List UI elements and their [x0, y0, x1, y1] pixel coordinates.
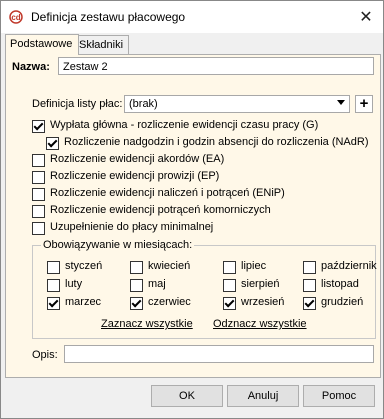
checkbox-label: Uzupełnienie do płacy minimalnej [50, 221, 214, 233]
month-label: październik [321, 260, 377, 272]
month-label: czerwiec [148, 296, 191, 308]
month-label: lipiec [241, 260, 267, 272]
month-label: wrzesień [241, 296, 285, 308]
name-label: Nazwa: [12, 61, 50, 73]
checkbox-label: Rozliczenie ewidencji potrąceń komornicz… [50, 204, 271, 216]
cancel-button[interactable]: Anuluj [227, 385, 299, 407]
month-label: luty [65, 278, 83, 290]
checkbox-box[interactable] [47, 279, 60, 292]
checkbox-box[interactable] [130, 261, 143, 274]
checkbox-box[interactable] [47, 297, 60, 310]
window-title: Definicja zestawu płacowego [31, 10, 186, 24]
list-definition-label: Definicja listy płac: [32, 98, 123, 110]
checkbox-label: Rozliczenie ewidencji prowizji (EP) [50, 170, 220, 182]
description-input[interactable] [64, 345, 374, 363]
month-label: listopad [321, 278, 359, 290]
checkbox-box[interactable] [223, 261, 236, 274]
months-group-title: Obowiązywanie w miesiącach: [41, 239, 195, 251]
title-bar: cd Definicja zestawu płacowego ✕ [1, 1, 383, 33]
svg-text:cd: cd [11, 13, 20, 22]
checkbox-label: Rozliczenie nadgodzin i godzin absencji … [64, 136, 369, 148]
deselect-all-link[interactable]: Odznacz wszystkie [213, 318, 307, 330]
checkbox-box[interactable] [46, 137, 59, 150]
checkbox-box[interactable] [32, 205, 45, 218]
checkbox-box[interactable] [32, 120, 45, 133]
add-list-definition-button[interactable]: + [355, 95, 373, 113]
help-button[interactable]: Pomoc [303, 385, 375, 407]
month-label: grudzień [321, 296, 364, 308]
checkbox-box[interactable] [303, 279, 316, 292]
checkbox-box[interactable] [47, 261, 60, 274]
tab-panel-basic: Nazwa: Zestaw 2 Definicja listy płac: (b… [5, 54, 381, 378]
checkbox-label: Wypłata główna - rozliczenie ewidencji c… [50, 119, 319, 131]
checkbox-box[interactable] [32, 222, 45, 235]
checkbox-box[interactable] [303, 261, 316, 274]
list-definition-select[interactable]: (brak) [124, 95, 350, 113]
month-label: kwiecień [148, 260, 191, 272]
month-label: maj [148, 278, 166, 290]
month-label: marzec [65, 296, 102, 308]
checkbox-box[interactable] [303, 297, 316, 310]
tab-basic[interactable]: Podstawowe [5, 34, 79, 55]
list-definition-value: (brak) [129, 98, 158, 110]
checkbox-label: Rozliczenie ewidencji akordów (EA) [50, 153, 225, 165]
select-all-link[interactable]: Zaznacz wszystkie [101, 318, 193, 330]
close-icon[interactable]: ✕ [357, 7, 375, 27]
checkbox-box[interactable] [32, 154, 45, 167]
name-input[interactable]: Zestaw 2 [58, 57, 374, 75]
dialog-window: cd Definicja zestawu płacowego ✕ Podstaw… [0, 0, 384, 419]
checkbox-box[interactable] [32, 171, 45, 184]
months-group: Obowiązywanie w miesiącach: styczeń kwie… [32, 239, 377, 339]
month-label: styczeń [65, 260, 103, 272]
checkbox-box[interactable] [223, 297, 236, 310]
month-label: sierpień [241, 278, 280, 290]
chevron-down-icon [337, 100, 345, 105]
app-logo-icon: cd [9, 10, 23, 24]
ok-button[interactable]: OK [151, 385, 223, 407]
checkbox-box[interactable] [223, 279, 236, 292]
description-label: Opis: [32, 349, 58, 361]
checkbox-box[interactable] [130, 297, 143, 310]
tab-components[interactable]: Składniki [74, 35, 129, 54]
checkbox-box[interactable] [130, 279, 143, 292]
checkbox-box[interactable] [32, 188, 45, 201]
checkbox-label: Rozliczenie ewidencji naliczeń i potrące… [50, 187, 285, 199]
